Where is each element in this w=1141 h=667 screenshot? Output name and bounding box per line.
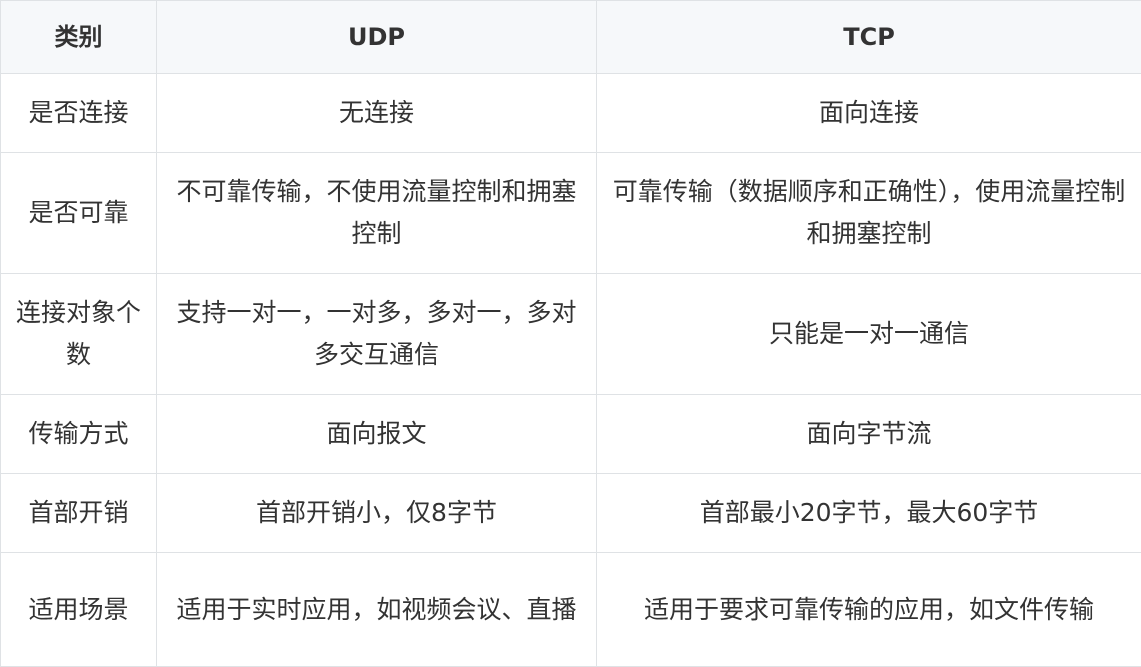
table-row: 是否连接 无连接 面向连接 [1,74,1141,153]
udp-cell: 不可靠传输，不使用流量控制和拥塞控制 [157,153,597,274]
comparison-table: 类别 UDP TCP 是否连接 无连接 面向连接 是否可靠 不可靠传输，不使用流… [0,0,1141,667]
table-row: 传输方式 面向报文 面向字节流 [1,395,1141,474]
tcp-cell: 面向字节流 [597,395,1141,474]
table-header: 类别 UDP TCP [1,1,1141,74]
table-body: 是否连接 无连接 面向连接 是否可靠 不可靠传输，不使用流量控制和拥塞控制 可靠… [1,74,1141,667]
udp-cell: 适用于实时应用，如视频会议、直播 [157,553,597,667]
tcp-cell: 适用于要求可靠传输的应用，如文件传输 [597,553,1141,667]
udp-cell: 支持一对一，一对多，多对一，多对多交互通信 [157,274,597,395]
tcp-cell: 只能是一对一通信 [597,274,1141,395]
row-label: 首部开销 [1,474,157,553]
row-label: 是否可靠 [1,153,157,274]
udp-cell: 无连接 [157,74,597,153]
row-label: 连接对象个数 [1,274,157,395]
header-udp: UDP [157,1,597,74]
header-tcp: TCP [597,1,1141,74]
row-label: 是否连接 [1,74,157,153]
table-row: 首部开销 首部开销小，仅8字节 首部最小20字节，最大60字节 [1,474,1141,553]
table-row: 是否可靠 不可靠传输，不使用流量控制和拥塞控制 可靠传输（数据顺序和正确性），使… [1,153,1141,274]
header-category: 类别 [1,1,157,74]
tcp-cell: 面向连接 [597,74,1141,153]
table-row: 连接对象个数 支持一对一，一对多，多对一，多对多交互通信 只能是一对一通信 [1,274,1141,395]
row-label: 传输方式 [1,395,157,474]
header-row: 类别 UDP TCP [1,1,1141,74]
table-row: 适用场景 适用于实时应用，如视频会议、直播 适用于要求可靠传输的应用，如文件传输 [1,553,1141,667]
tcp-cell: 首部最小20字节，最大60字节 [597,474,1141,553]
tcp-cell: 可靠传输（数据顺序和正确性），使用流量控制和拥塞控制 [597,153,1141,274]
udp-cell: 面向报文 [157,395,597,474]
row-label: 适用场景 [1,553,157,667]
udp-cell: 首部开销小，仅8字节 [157,474,597,553]
